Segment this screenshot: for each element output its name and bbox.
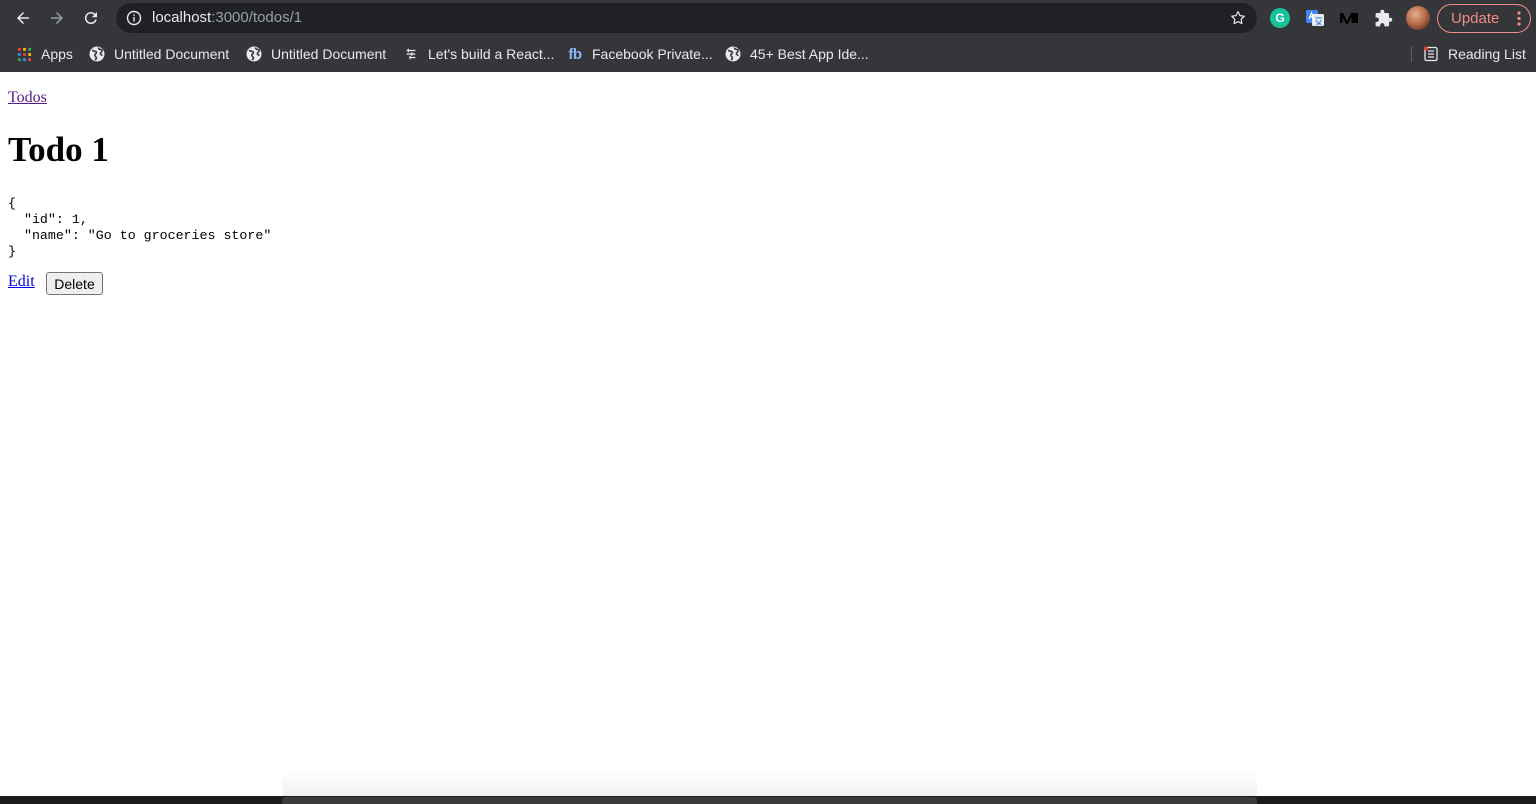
- update-label: Update: [1451, 10, 1500, 27]
- url-text[interactable]: localhost:3000/todos/1: [152, 10, 302, 26]
- delete-button[interactable]: Delete: [46, 272, 103, 295]
- back-arrow-icon[interactable]: [11, 6, 35, 30]
- bookmark-label: Apps: [41, 46, 73, 62]
- extensions-puzzle-icon[interactable]: [1373, 8, 1393, 28]
- page-title: Todo 1: [8, 130, 109, 169]
- url-path: :3000/todos/1: [211, 9, 303, 26]
- fb-icon: fb: [568, 45, 582, 63]
- reading-list-label: Reading List: [1448, 46, 1526, 62]
- update-button[interactable]: Update: [1437, 4, 1531, 33]
- bookmark-label: Untitled Document: [114, 46, 230, 62]
- globe-icon: [725, 46, 741, 62]
- apps-grid-icon: [16, 46, 32, 62]
- bookmark-facebook-private[interactable]: fb Facebook Private...: [567, 44, 713, 64]
- medium-extension-icon[interactable]: [1339, 8, 1359, 28]
- grammarly-extension-icon[interactable]: G: [1270, 8, 1290, 28]
- bottom-window-edge: [282, 797, 1257, 804]
- bookmark-label: Untitled Document: [271, 46, 387, 62]
- bookmark-apps[interactable]: Apps: [16, 44, 73, 64]
- profile-avatar[interactable]: [1406, 6, 1430, 30]
- todo-json-block: { "id": 1, "name": "Go to groceries stor…: [8, 196, 272, 259]
- bookmark-label: 45+ Best App Ide...: [750, 46, 869, 62]
- bookmark-star-icon[interactable]: [1229, 9, 1247, 27]
- bookmark-best-app-ideas[interactable]: 45+ Best App Ide...: [725, 44, 869, 64]
- reading-list-button[interactable]: Reading List: [1423, 44, 1526, 64]
- url-host: localhost: [152, 9, 212, 26]
- reading-list-icon: [1423, 46, 1439, 62]
- globe-icon: [89, 46, 105, 62]
- forward-arrow-icon[interactable]: [45, 6, 69, 30]
- bookmark-label: Facebook Private...: [592, 46, 713, 62]
- bookmark-lets-build-react[interactable]: Let's build a React...: [403, 44, 554, 64]
- grammarly-letter: G: [1275, 11, 1285, 25]
- bookmark-untitled-document-1[interactable]: Untitled Document: [89, 44, 229, 64]
- page-content: Todos Todo 1 { "id": 1, "name": "Go to g…: [0, 72, 1536, 796]
- bookmark-untitled-document-2[interactable]: Untitled Document: [246, 44, 386, 64]
- bookmarks-divider: [1411, 46, 1412, 62]
- google-translate-extension-icon[interactable]: [1305, 8, 1325, 28]
- menu-dots-icon: [1517, 11, 1521, 26]
- edit-link[interactable]: Edit: [8, 273, 35, 291]
- bookmark-favicon-icon: [403, 46, 419, 62]
- address-bar[interactable]: localhost:3000/todos/1: [116, 3, 1257, 33]
- bookmark-label: Let's build a React...: [428, 46, 555, 62]
- bookmarks-bar: Apps Untitled Document Untitled Document…: [0, 36, 1536, 72]
- todos-back-link[interactable]: Todos: [8, 89, 47, 107]
- bottom-shadow: [282, 770, 1257, 796]
- site-info-icon[interactable]: [126, 10, 142, 26]
- browser-chrome: localhost:3000/todos/1 G Update Apps Unt…: [0, 0, 1536, 72]
- reload-icon[interactable]: [79, 6, 103, 30]
- browser-toolbar: localhost:3000/todos/1 G Update: [0, 0, 1536, 36]
- globe-icon: [246, 46, 262, 62]
